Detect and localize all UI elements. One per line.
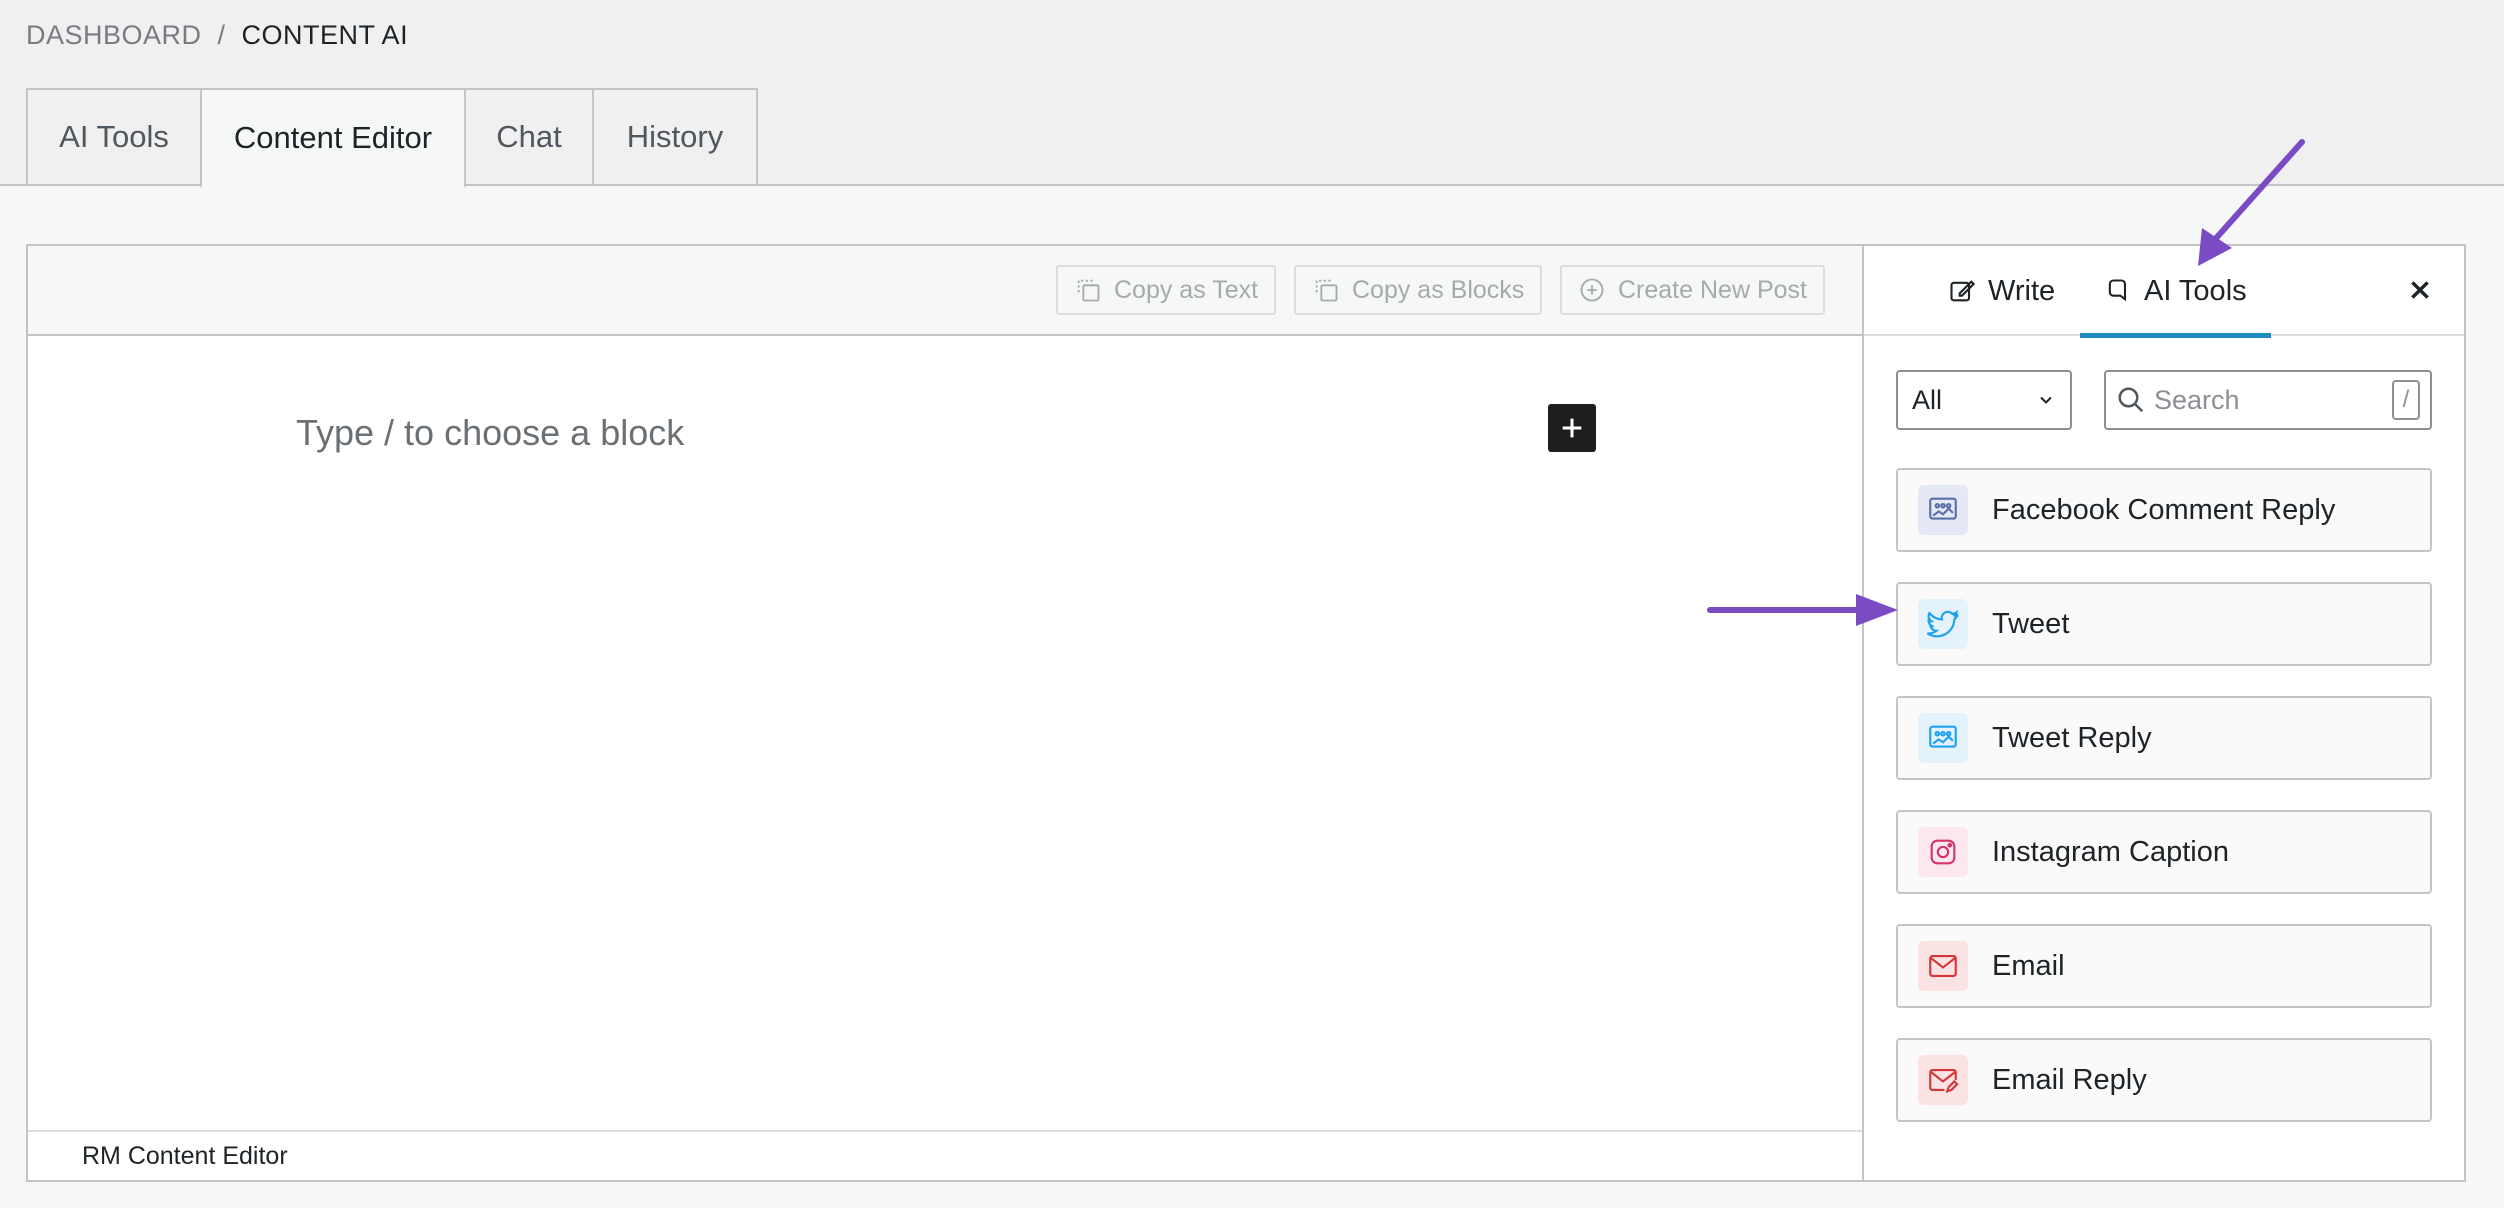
- tool-label: Email: [1992, 949, 2065, 982]
- ai-tools-icon: [2108, 279, 2127, 302]
- sidebar-tab-ai-tools-label: AI Tools: [2144, 274, 2247, 307]
- instagram-icon: [1918, 827, 1968, 877]
- breadcrumb-separator: /: [217, 20, 226, 50]
- chat-image-icon: [1918, 485, 1968, 535]
- chat-image-icon: [1918, 713, 1968, 763]
- copy-as-text-label: Copy as Text: [1114, 275, 1259, 304]
- sidebar-tab-ai-tools[interactable]: AI Tools: [2080, 246, 2271, 338]
- tool-label: Facebook Comment Reply: [1992, 493, 2336, 526]
- chevron-down-icon: [2040, 396, 2052, 404]
- tool-instagram-caption[interactable]: Instagram Caption: [1896, 810, 2432, 894]
- close-sidebar-button[interactable]: [2402, 272, 2438, 308]
- tool-search-input[interactable]: [2154, 384, 2384, 416]
- sidebar-tab-write-label: Write: [1988, 274, 2056, 307]
- tool-email-reply[interactable]: Email Reply: [1896, 1038, 2432, 1122]
- copy-as-blocks-button[interactable]: Copy as Blocks: [1294, 265, 1543, 315]
- tool-tweet[interactable]: Tweet: [1896, 582, 2432, 666]
- edit-icon: [1950, 280, 1976, 302]
- search-shortcut-key: /: [2392, 380, 2420, 420]
- twitter-bird-icon: [1918, 599, 1968, 649]
- envelope-icon: [1918, 941, 1968, 991]
- tool-tweet-reply[interactable]: Tweet Reply: [1896, 696, 2432, 780]
- main-tabs: AI Tools Content Editor Chat History: [0, 88, 2504, 188]
- tab-ai-tools[interactable]: AI Tools: [26, 88, 202, 186]
- editor-footer-label: RM Content Editor: [82, 1141, 288, 1170]
- tab-content-editor[interactable]: Content Editor: [200, 88, 466, 188]
- breadcrumb-dashboard-link[interactable]: DASHBOARD: [26, 20, 202, 51]
- tool-label: Tweet: [1992, 607, 2070, 640]
- block-placeholder[interactable]: Type / to choose a block: [296, 412, 684, 454]
- breadcrumb: DASHBOARD / CONTENT AI: [26, 20, 408, 51]
- breadcrumb-current: CONTENT AI: [241, 20, 409, 50]
- tool-facebook-comment-reply[interactable]: Facebook Comment Reply: [1896, 468, 2432, 552]
- editor-sidebar: Write AI Tools All /: [1864, 246, 2464, 1180]
- content-editor-frame: Copy as Text Copy as Blocks Create New P…: [26, 244, 2466, 1182]
- sidebar-header: Write AI Tools: [1864, 246, 2464, 338]
- category-select-value: All: [1912, 384, 1943, 415]
- tab-ai-tools-label: AI Tools: [59, 119, 169, 154]
- tool-filter-row: All /: [1896, 370, 2434, 430]
- tool-label: Email Reply: [1992, 1063, 2147, 1096]
- search-icon: [2118, 387, 2144, 413]
- create-new-post-label: Create New Post: [1618, 275, 1807, 304]
- copy-as-text-button[interactable]: Copy as Text: [1056, 265, 1277, 315]
- copy-as-blocks-label: Copy as Blocks: [1352, 275, 1525, 304]
- plus-icon: [1562, 418, 1582, 438]
- sidebar-tab-write[interactable]: Write: [1944, 246, 2059, 336]
- tool-label: Tweet Reply: [1992, 721, 2152, 754]
- envelope-edit-icon: [1918, 1055, 1968, 1105]
- copy-icon: [1077, 279, 1100, 302]
- tool-email[interactable]: Email: [1896, 924, 2432, 1008]
- close-icon: [2411, 281, 2429, 299]
- tool-label: Instagram Caption: [1992, 835, 2229, 868]
- category-select[interactable]: All: [1896, 370, 2072, 430]
- tab-history-label: History: [626, 119, 724, 154]
- editor-footer: RM Content Editor: [28, 1130, 1862, 1180]
- editor-toolbar: Copy as Text Copy as Blocks Create New P…: [28, 246, 1862, 336]
- tab-chat-label: Chat: [496, 119, 562, 154]
- tab-content-editor-label: Content Editor: [233, 120, 433, 155]
- add-block-button[interactable]: [1548, 404, 1596, 452]
- copy-icon: [1315, 279, 1338, 302]
- tool-search-box: /: [2104, 370, 2432, 430]
- tab-chat[interactable]: Chat: [464, 88, 594, 186]
- plus-circle-icon: [1580, 278, 1604, 302]
- tab-history[interactable]: History: [592, 88, 758, 186]
- create-new-post-button[interactable]: Create New Post: [1560, 265, 1825, 315]
- editor-canvas: Copy as Text Copy as Blocks Create New P…: [28, 246, 1864, 1180]
